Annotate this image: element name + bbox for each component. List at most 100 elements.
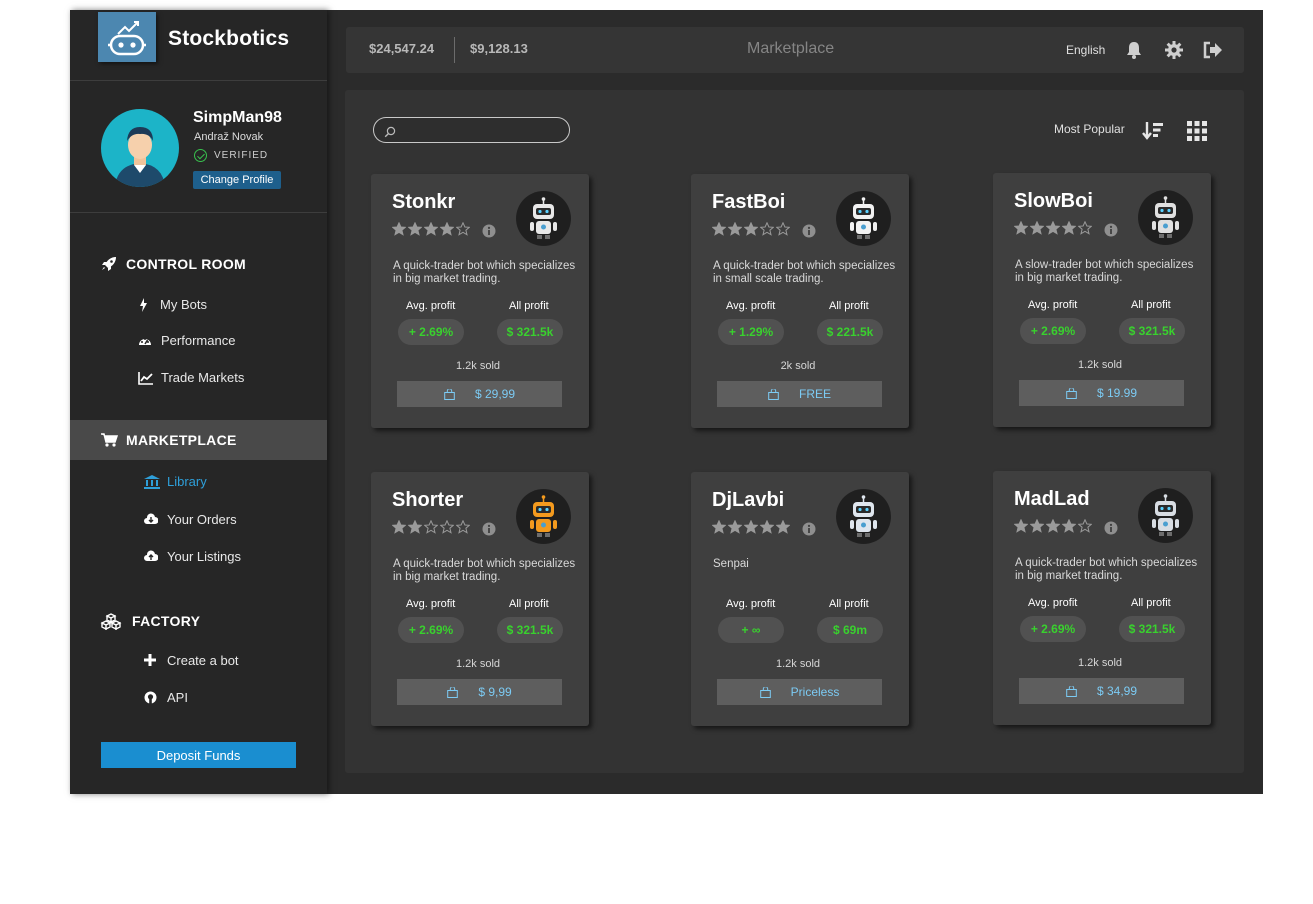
star-filled-icon	[1046, 519, 1060, 533]
star-filled-icon	[1062, 221, 1076, 235]
robot-icon	[836, 191, 891, 246]
shopping-bag-icon	[447, 685, 459, 698]
cloud-upload-icon	[144, 549, 159, 564]
star-empty-icon	[456, 520, 470, 534]
star-empty-icon	[456, 222, 470, 236]
sort-desc-icon[interactable]	[1142, 120, 1164, 142]
page-title: Marketplace	[747, 40, 835, 57]
info-icon[interactable]	[482, 522, 496, 536]
bot-card-djlavbi[interactable]: DjLavbi Senpai Avg. profit All profit + …	[691, 472, 909, 726]
search-input[interactable]	[373, 117, 570, 143]
sidebar-item-library[interactable]: Library	[144, 474, 207, 489]
grid-view-icon[interactable]	[1187, 121, 1207, 141]
section-marketplace[interactable]: MARKETPLACE	[70, 420, 327, 460]
info-icon[interactable]	[802, 224, 816, 238]
check-circle-icon	[194, 149, 207, 162]
bot-card-slowboi[interactable]: SlowBoi A slow-trader bot which speciali…	[993, 173, 1211, 427]
shopping-bag-icon	[1066, 386, 1077, 399]
buy-button[interactable]: FREE	[717, 381, 882, 407]
sidebar-item-trade-markets[interactable]: Trade Markets	[138, 370, 244, 385]
star-filled-icon	[1046, 221, 1060, 235]
buy-button[interactable]: Priceless	[717, 679, 882, 705]
sidebar-item-your-orders[interactable]: Your Orders	[144, 512, 237, 527]
sidebar-item-your-listings[interactable]: Your Listings	[144, 549, 241, 564]
bot-card-fastboi[interactable]: FastBoi A quick-trader bot which special…	[691, 174, 909, 428]
search-icon	[384, 125, 396, 138]
buy-button[interactable]: $ 34,99	[1019, 678, 1184, 704]
bank-icon	[144, 474, 160, 489]
verified-badge: VERIFIED	[194, 149, 268, 162]
star-filled-icon	[728, 520, 742, 534]
sold-count: 1.2k sold	[455, 658, 501, 670]
language-selector[interactable]: English	[1066, 43, 1105, 57]
balance-primary: $24,547.24	[369, 41, 435, 56]
avg-profit-label: Avg. profit	[1028, 299, 1078, 311]
all-profit-value: $ 69m	[817, 617, 883, 643]
sidebar: Stockbotics SimpMan98 Andraž Novak VERIF…	[70, 10, 327, 794]
bot-card-madlad[interactable]: MadLad A quick-trader bot which speciali…	[993, 471, 1211, 725]
gear-icon[interactable]	[1164, 40, 1184, 60]
buy-button[interactable]: $ 9,99	[397, 679, 562, 705]
price-label: $ 34,99	[1096, 684, 1138, 698]
rating-stars	[712, 520, 790, 534]
bolt-icon	[137, 297, 151, 312]
bot-description: A quick-trader bot which specializes in …	[393, 558, 576, 583]
star-filled-icon	[424, 222, 438, 236]
bot-description: A slow-trader bot which specializes in b…	[1015, 259, 1194, 284]
change-profile-button[interactable]: Change Profile	[193, 171, 281, 189]
sidebar-item-label: Performance	[161, 333, 236, 348]
price-label: $ 19.99	[1096, 386, 1138, 400]
shopping-bag-icon	[768, 387, 779, 400]
star-filled-icon	[712, 520, 726, 534]
star-filled-icon	[728, 222, 742, 236]
section-factory[interactable]: FACTORY	[70, 601, 327, 641]
app-window: Stockbotics SimpMan98 Andraž Novak VERIF…	[70, 10, 1263, 794]
buy-button[interactable]: $ 19.99	[1019, 380, 1184, 406]
rocket-icon	[100, 256, 118, 272]
avatar[interactable]	[101, 109, 179, 187]
all-profit-label: All profit	[829, 598, 869, 610]
all-profit-value: $ 321.5k	[497, 617, 563, 643]
info-icon[interactable]	[802, 522, 816, 536]
github-icon	[144, 691, 158, 705]
all-profit-value: $ 321.5k	[1119, 318, 1185, 344]
bot-description: Senpai	[713, 558, 749, 570]
price-label: Priceless	[790, 685, 840, 699]
buy-button[interactable]: $ 29,99	[397, 381, 562, 407]
sold-count: 1.2k sold	[775, 658, 821, 670]
username: SimpMan98	[193, 109, 282, 126]
bot-card-stonkr[interactable]: Stonkr A quick-trader bot which speciali…	[371, 174, 589, 428]
balance-secondary: $9,128.13	[470, 41, 528, 56]
bot-name: DjLavbi	[712, 489, 785, 511]
sidebar-item-my-bots[interactable]: My Bots	[137, 297, 207, 312]
avg-profit-label: Avg. profit	[406, 300, 456, 312]
avg-profit-value: + 2.69%	[398, 617, 464, 643]
sidebar-item-api[interactable]: API	[144, 690, 188, 705]
sort-label[interactable]: Most Popular	[1054, 122, 1125, 136]
bot-name: SlowBoi	[1014, 190, 1093, 212]
star-empty-icon	[424, 520, 438, 534]
sidebar-item-label: Library	[167, 474, 207, 489]
star-filled-icon	[744, 520, 758, 534]
avg-profit-label: Avg. profit	[1028, 597, 1078, 609]
all-profit-label: All profit	[1131, 299, 1171, 311]
bot-description: A quick-trader bot which specializes in …	[1015, 557, 1198, 582]
sidebar-item-create-a-bot[interactable]: Create a bot	[144, 653, 239, 668]
shopping-bag-icon	[1066, 684, 1077, 697]
deposit-funds-button[interactable]: Deposit Funds	[101, 742, 296, 768]
bot-card-shorter[interactable]: Shorter A quick-trader bot which special…	[371, 472, 589, 726]
section-label: MARKETPLACE	[126, 432, 237, 448]
info-icon[interactable]	[1104, 521, 1118, 535]
price-label: $ 9,99	[478, 685, 512, 699]
star-filled-icon	[392, 222, 406, 236]
marketplace-panel: Most Popular Stonkr A quick-trader bot w…	[345, 90, 1244, 773]
logo-icon[interactable]	[98, 12, 156, 62]
section-control-room[interactable]: CONTROL ROOM	[70, 244, 327, 284]
bell-icon[interactable]	[1124, 40, 1144, 60]
sold-count: 2k sold	[780, 360, 816, 372]
info-icon[interactable]	[482, 224, 496, 238]
sign-out-icon[interactable]	[1202, 40, 1222, 60]
sidebar-item-performance[interactable]: Performance	[138, 333, 235, 348]
info-icon[interactable]	[1104, 223, 1118, 237]
brand-name: Stockbotics	[168, 27, 290, 50]
